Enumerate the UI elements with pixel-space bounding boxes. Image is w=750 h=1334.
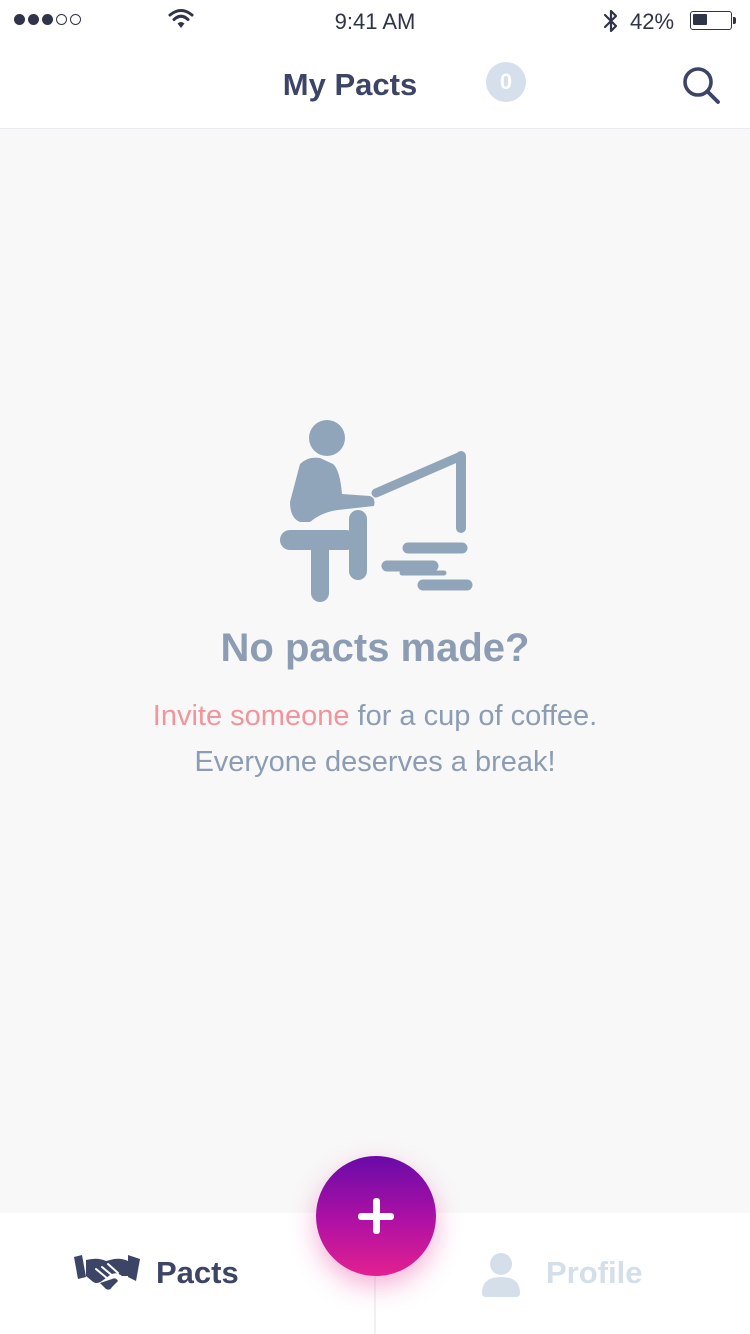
person-at-desk-icon: [280, 420, 473, 602]
add-pact-button[interactable]: [316, 1156, 436, 1276]
empty-state-subtext: Everyone deserves a break!: [194, 746, 556, 778]
pact-count-badge: 0: [486, 62, 526, 102]
battery-icon: [690, 11, 732, 30]
empty-state-message: Invite someone for a cup of coffee.: [0, 700, 750, 733]
header-bar: My Pacts 0: [0, 42, 750, 128]
search-icon: [683, 67, 720, 104]
invite-someone-link[interactable]: Invite someone: [153, 700, 350, 732]
empty-state-message-text: for a cup of coffee.: [349, 700, 598, 732]
tab-profile-label: Profile: [546, 1255, 643, 1290]
handshake-icon: [74, 1255, 140, 1290]
page-title: My Pacts: [282, 67, 418, 102]
empty-state-title: No pacts made?: [220, 626, 530, 670]
status-bar: 9:41 AM 42%: [0, 0, 750, 42]
person-icon: [482, 1253, 520, 1297]
search-button[interactable]: [680, 64, 724, 108]
battery-cap: [733, 17, 736, 24]
tab-profile[interactable]: Profile: [470, 1213, 690, 1334]
battery-level-fill: [693, 14, 707, 25]
battery-percent: 42%: [630, 9, 675, 34]
bluetooth-icon: [603, 9, 618, 33]
tab-pacts[interactable]: Pacts: [60, 1213, 280, 1334]
tab-pacts-label: Pacts: [156, 1255, 239, 1290]
